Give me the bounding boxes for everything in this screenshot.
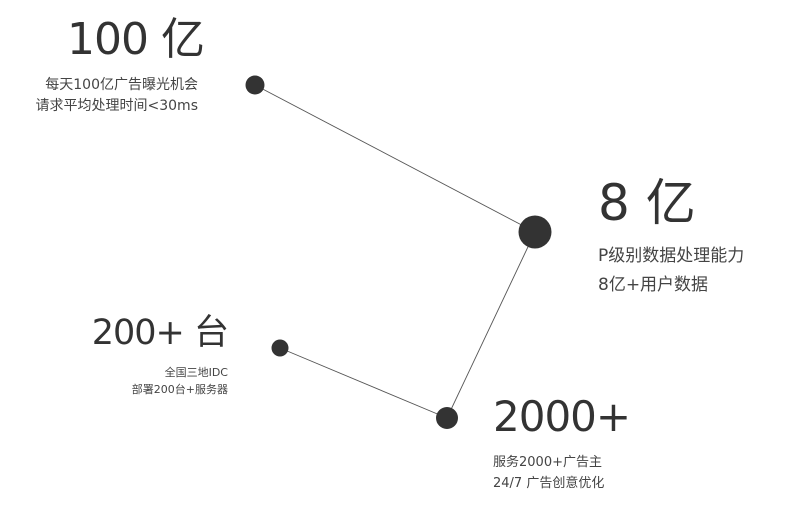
desc-2000plus-line1: 服务2000+广告主 (493, 455, 602, 470)
edge-8yi-2000plus (446, 231, 536, 419)
desc-200tai-line2: 部署200台+服务器 (131, 383, 228, 396)
desc-100yi-line2: 请求平均处理时间<30ms (35, 98, 198, 114)
desc-200tai-line1: 全国三地IDC (164, 366, 228, 379)
headline-200tai: 200+ 台 (91, 313, 229, 353)
label-8yi: 8 亿 P级别数据处理能力 8亿+用户数据 (598, 178, 744, 300)
label-2000plus: 2000+ 服务2000+广告主 24/7 广告创意优化 (493, 392, 631, 494)
node-200tai (271, 339, 289, 357)
headline-100yi: 100 亿 (67, 14, 205, 65)
node-100yi (245, 75, 265, 95)
node-2000plus (436, 407, 458, 429)
desc-8yi-line2: 8亿+用户数据 (598, 275, 709, 295)
headline-8yi: 8 亿 (598, 174, 696, 232)
desc-8yi-line1: P级别数据处理能力 (598, 246, 745, 266)
edge-100yi-8yi (254, 84, 536, 233)
headline-2000plus: 2000+ (493, 392, 631, 441)
node-8yi (518, 215, 552, 249)
desc-2000plus-line2: 24/7 广告创意优化 (493, 476, 605, 491)
label-100yi: 100 亿 每天100亿广告曝光机会 请求平均处理时间<30ms (35, 18, 205, 117)
edge-200tai-2000plus (279, 347, 448, 419)
desc-100yi-line1: 每天100亿广告曝光机会 (45, 77, 198, 93)
label-200tai: 200+ 台 全国三地IDC 部署200台+服务器 (91, 313, 229, 398)
